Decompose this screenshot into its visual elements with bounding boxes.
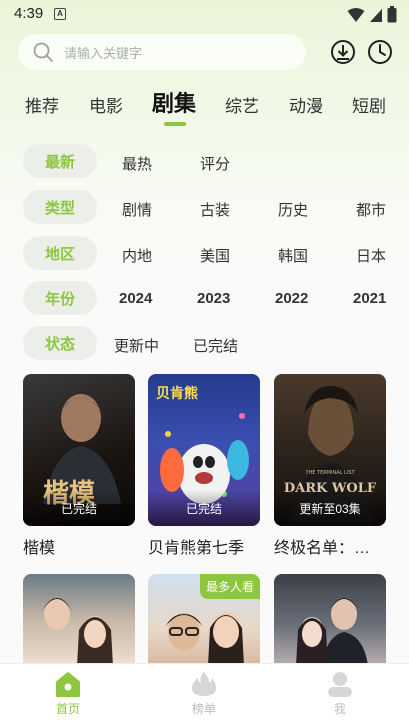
filter-label-year: 年份 <box>23 281 97 315</box>
filter-option[interactable]: 2023 <box>197 290 230 307</box>
nav-ranking-label: 榜单 <box>191 702 216 716</box>
nav-ranking[interactable]: 榜单 <box>174 670 234 717</box>
wifi-icon <box>347 7 365 22</box>
popular-badge: 最多人看 <box>199 574 260 599</box>
filter-option[interactable]: 更新中 <box>114 335 159 356</box>
status-time: 4:39 <box>14 5 44 22</box>
bottom-nav: 首页 榜单 我 <box>0 663 409 728</box>
poster-title-art: 贝肯熊 <box>156 385 198 402</box>
filter-option[interactable]: 内地 <box>122 245 152 266</box>
card-title: 终极名单：… <box>274 540 371 557</box>
tab-variety[interactable]: 综艺 <box>225 92 259 117</box>
poster-image: 楷模 已完结 <box>23 374 135 526</box>
filter-option[interactable]: 2024 <box>119 290 152 307</box>
notification-icon: A <box>54 8 66 20</box>
filter-option[interactable]: 2022 <box>275 290 308 307</box>
media-card[interactable] <box>274 574 386 666</box>
tab-short-drama[interactable]: 短剧 <box>352 92 386 117</box>
card-status: 已完结 <box>185 502 222 516</box>
filter-option[interactable]: 都市 <box>356 199 386 220</box>
filter-row-region: 地区 内地 美国 韩国 日本 <box>0 236 409 270</box>
user-icon <box>328 672 352 697</box>
filter-option[interactable]: 剧情 <box>122 199 152 220</box>
home-icon <box>56 672 80 697</box>
search-bar[interactable]: 请输入关键字 <box>18 34 306 70</box>
filter-option[interactable]: 历史 <box>278 199 308 220</box>
active-tab-indicator <box>164 122 186 126</box>
filter-label-type: 类型 <box>23 190 97 224</box>
tab-anime[interactable]: 动漫 <box>289 92 323 117</box>
card-status: 已完结 <box>60 502 97 516</box>
media-card[interactable]: 最多人看 <box>148 574 260 666</box>
battery-icon <box>387 6 397 23</box>
filter-option[interactable]: 古装 <box>200 199 230 220</box>
tab-series[interactable]: 剧集 <box>152 86 196 118</box>
search-placeholder: 请输入关键字 <box>64 45 143 61</box>
tab-movies[interactable]: 电影 <box>89 92 123 117</box>
filter-option[interactable]: 2021 <box>353 290 386 307</box>
filter-row-sort: 最新 最热 评分 <box>0 144 409 178</box>
filter-option[interactable]: 美国 <box>200 245 230 266</box>
category-tabs: 推荐 电影 剧集 综艺 动漫 短剧 <box>0 84 409 128</box>
filter-row-state: 状态 更新中 已完结 <box>0 326 409 360</box>
flame-icon <box>192 672 216 696</box>
download-icon[interactable] <box>329 38 357 66</box>
nav-home-label: 首页 <box>55 702 80 716</box>
filter-option[interactable]: 评分 <box>200 153 230 174</box>
nav-home[interactable]: 首页 <box>38 670 98 717</box>
signal-icon <box>370 8 382 22</box>
search-icon <box>33 42 53 62</box>
filter-option[interactable]: 最热 <box>122 153 152 174</box>
filter-label-region: 地区 <box>23 236 97 270</box>
poster-image: 贝肯熊 已完结 <box>148 374 260 526</box>
nav-profile[interactable]: 我 <box>310 670 370 717</box>
card-status: 更新至03集 <box>299 502 361 516</box>
card-title: 贝肯熊第七季 <box>148 540 245 557</box>
media-card[interactable] <box>23 574 135 666</box>
nav-profile-label: 我 <box>333 702 346 716</box>
tab-recommend[interactable]: 推荐 <box>25 92 59 117</box>
filter-option[interactable]: 日本 <box>356 245 386 266</box>
poster-image: THE TERMINAL LIST DARK WOLF 更新至03集 <box>274 374 386 526</box>
status-bar: 4:39 A <box>0 0 409 30</box>
poster-subtitle-art: THE TERMINAL LIST <box>304 470 355 476</box>
filter-row-year: 年份 2024 2023 2022 2021 <box>0 281 409 315</box>
filter-row-type: 类型 剧情 古装 历史 都市 <box>0 190 409 224</box>
filter-label-state: 状态 <box>23 326 97 360</box>
filter-option[interactable]: 已完结 <box>193 335 238 356</box>
card-title: 楷模 <box>23 540 56 557</box>
filter-sort-latest[interactable]: 最新 <box>23 144 97 178</box>
history-icon[interactable] <box>366 38 394 66</box>
filter-option[interactable]: 韩国 <box>278 245 308 266</box>
